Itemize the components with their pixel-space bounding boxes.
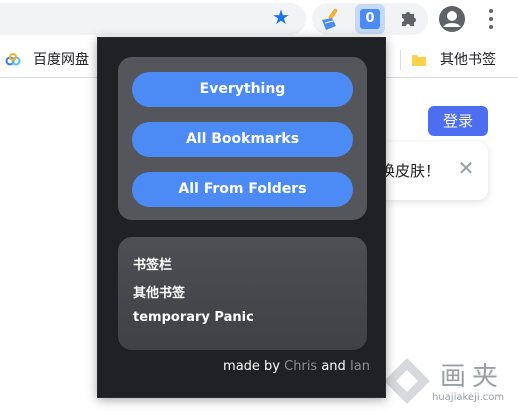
watermark-url: huajiakeji.com (432, 392, 505, 403)
kebab-menu-icon[interactable] (480, 6, 502, 32)
folder-icon (411, 52, 427, 68)
credits-prefix: made by (223, 359, 281, 374)
notice-text: 换皮肤！ (380, 162, 441, 180)
folder-item-other-bookmarks[interactable]: 其他书签 (133, 282, 185, 301)
baidu-netdisk-icon (5, 52, 21, 68)
all-from-folders-button[interactable]: All From Folders (132, 172, 353, 207)
folder-item-temporary-panic[interactable]: temporary Panic (133, 310, 254, 325)
open-options-card: Everything All Bookmarks All From Folder… (118, 57, 367, 220)
bookmark-star-icon[interactable]: ★ (270, 6, 292, 28)
everything-button[interactable]: Everything (132, 72, 353, 107)
credits-line: made by Chris and Ian (220, 359, 370, 374)
watermark: 画夹 huajiakeji.com (376, 352, 516, 410)
bookmark-divider (400, 50, 401, 70)
credits-author-ian: Ian (349, 359, 370, 374)
close-icon[interactable]: ✕ (456, 158, 476, 178)
folder-item-bookmarks-bar[interactable]: 书签栏 (133, 254, 172, 273)
folder-list-card: 书签栏 其他书签 temporary Panic (118, 237, 367, 350)
bookmark-baidu-netdisk[interactable]: 百度网盘 (33, 49, 89, 69)
bookmark-other-bookmarks[interactable]: 其他书签 (440, 49, 496, 69)
browser-toolbar: ★ 0 (0, 0, 518, 38)
extension-popup: Everything All Bookmarks All From Folder… (97, 37, 386, 398)
all-bookmarks-button[interactable]: All Bookmarks (132, 122, 353, 157)
address-bar[interactable] (0, 3, 306, 35)
watermark-logo-icon (384, 358, 430, 404)
bookmark-extension-button[interactable]: 0 (355, 4, 385, 34)
watermark-title: 画夹 (440, 362, 505, 392)
puzzle-extensions-icon[interactable] (398, 8, 420, 30)
credits-joiner: and (321, 359, 346, 374)
account-avatar-icon[interactable] (438, 5, 466, 33)
credits-author-chris: Chris (284, 359, 318, 374)
login-button[interactable]: 登录 (428, 106, 488, 136)
broom-extension-icon[interactable] (318, 6, 344, 32)
bookmark-extension-icon: 0 (360, 9, 380, 29)
